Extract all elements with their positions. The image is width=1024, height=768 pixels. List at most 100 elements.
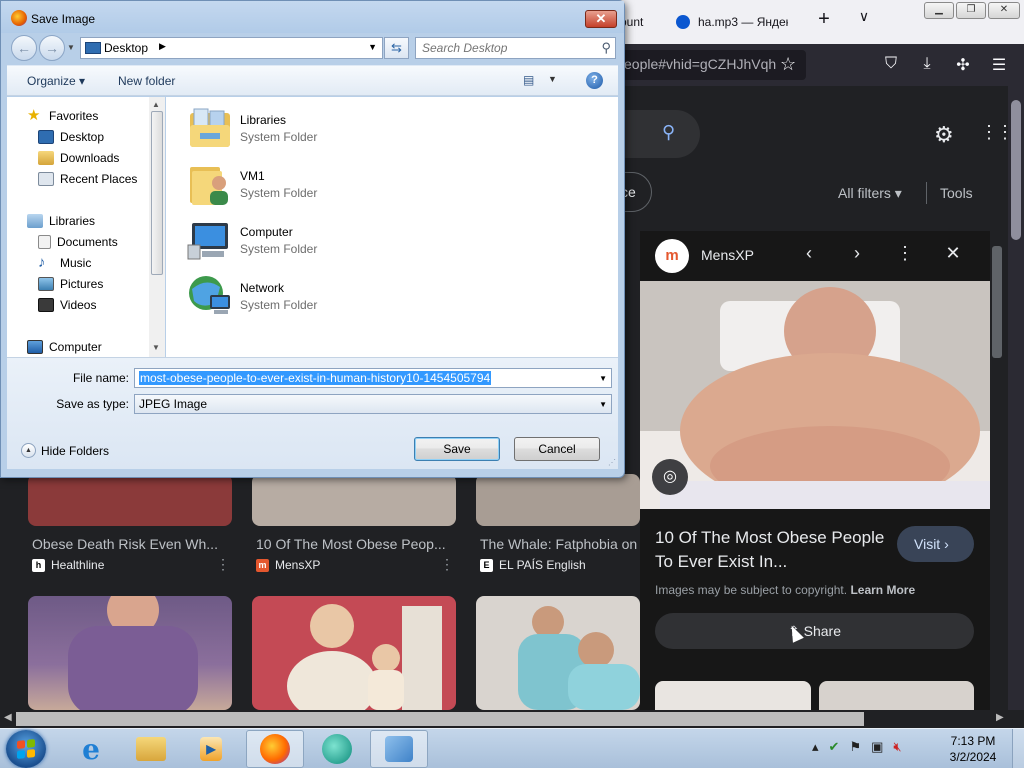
downloads-icon[interactable]: ⤓ <box>916 55 938 73</box>
file-name-field[interactable]: most-obese-people-to-ever-exist-in-human… <box>134 368 612 388</box>
result-thumbnail[interactable] <box>476 474 640 526</box>
taskbar-explorer[interactable] <box>122 730 180 768</box>
scroll-down-icon[interactable]: ▼ <box>152 343 160 352</box>
breadcrumb[interactable]: Desktop ▶ ▼ <box>80 37 383 59</box>
chevron-down-icon[interactable]: ▼ <box>368 42 377 52</box>
mensxp-logo-icon[interactable]: m <box>655 239 689 273</box>
file-name-value[interactable]: most-obese-people-to-ever-exist-in-human… <box>139 371 492 385</box>
list-all-tabs-button[interactable]: ∨ <box>852 8 876 36</box>
recent-locations-dropdown-icon[interactable]: ▼ <box>67 43 75 52</box>
nav-libraries[interactable]: Libraries <box>27 211 95 231</box>
result-thumbnail[interactable] <box>252 596 456 710</box>
result-thumbnail[interactable] <box>28 596 232 710</box>
save-type-select[interactable]: JPEG Image ▼ <box>134 394 612 414</box>
action-center-flag-icon[interactable]: ⚑ <box>849 739 861 755</box>
save-button[interactable]: Save <box>414 437 500 461</box>
maximize-button[interactable]: ❐ <box>956 2 986 19</box>
list-item[interactable]: Libraries System Folder <box>186 103 486 153</box>
result-thumbnail[interactable] <box>476 596 640 710</box>
result-source[interactable]: h Healthline <box>32 558 104 572</box>
preview-scrollbar[interactable] <box>990 236 1004 710</box>
related-thumbnail[interactable] <box>819 681 974 710</box>
nav-music[interactable]: ♪ Music <box>38 253 91 273</box>
more-options-icon[interactable]: ⋮ <box>893 243 917 264</box>
dialog-titlebar[interactable]: Save Image ✕ <box>1 1 624 33</box>
scrollbar-thumb[interactable] <box>1011 100 1021 240</box>
change-view-icon[interactable]: ▤ <box>523 73 534 87</box>
taskbar-remote-app[interactable] <box>308 730 366 768</box>
taskbar-firefox[interactable] <box>246 730 304 768</box>
browser-tab-yandex[interactable]: ha.mp3 — Яндекс <box>676 4 802 40</box>
minimize-button[interactable]: ▁ <box>924 2 954 19</box>
related-thumbnail[interactable] <box>655 681 811 710</box>
horizontal-scrollbar[interactable]: ◀ ▶ <box>0 710 1024 728</box>
show-hidden-icons-icon[interactable]: ▴ <box>812 739 819 755</box>
chevron-down-icon[interactable]: ▼ <box>599 400 607 409</box>
nav-downloads[interactable]: Downloads <box>38 148 119 168</box>
result-thumbnail[interactable] <box>252 474 456 526</box>
pocket-icon[interactable]: ⛉ <box>880 55 902 73</box>
scrollbar-thumb[interactable] <box>16 712 864 726</box>
scroll-up-icon[interactable]: ▲ <box>152 100 160 109</box>
list-item[interactable]: VM1 System Folder <box>186 159 486 209</box>
search-icon[interactable]: ⚲ <box>662 122 675 143</box>
search-box[interactable]: ⚲ <box>415 37 616 59</box>
result-title[interactable]: 10 Of The Most Obese Peop... <box>256 536 456 552</box>
scrollbar-thumb[interactable] <box>151 111 163 275</box>
cancel-button[interactable]: Cancel <box>514 437 600 461</box>
breadcrumb-desktop[interactable]: Desktop <box>104 41 148 55</box>
network-status-icon[interactable]: ✔ <box>829 739 840 755</box>
forward-arrow-icon[interactable]: → <box>39 35 65 61</box>
nav-computer[interactable]: Computer <box>27 337 102 357</box>
clock[interactable]: 7:13 PM 3/2/2024 <box>938 733 1008 765</box>
show-desktop-button[interactable] <box>1012 729 1024 768</box>
preview-image[interactable] <box>640 281 990 509</box>
refresh-icon[interactable]: ⇆ <box>384 37 409 59</box>
apps-grid-icon[interactable]: ⋮⋮⋮ <box>980 122 1008 143</box>
search-input[interactable] <box>422 39 592 57</box>
search-icon[interactable]: ⚲ <box>601 40 611 56</box>
volume-muted-icon[interactable]: 🔇︎ <box>893 739 901 755</box>
navigation-pane-scrollbar[interactable]: ▲ ▼ <box>149 97 165 357</box>
address-bar[interactable]: eople#vhid=gCZHJhVqh <box>610 50 806 80</box>
google-lens-icon[interactable]: ◎ <box>652 459 688 495</box>
resize-grip-icon[interactable]: ⋰ <box>608 458 616 467</box>
result-thumbnail[interactable] <box>28 474 232 526</box>
browser-tab-account[interactable]: ount <box>620 4 670 40</box>
close-window-button[interactable]: ✕ <box>988 2 1020 19</box>
list-item[interactable]: Computer System Folder <box>186 215 486 265</box>
nav-pictures[interactable]: Pictures <box>38 274 103 294</box>
taskbar-control-panel[interactable] <box>370 730 428 768</box>
nav-favorites[interactable]: ★ Favorites <box>27 106 98 126</box>
share-button[interactable]: ⇪ Share <box>655 613 974 649</box>
preview-title[interactable]: 10 Of The Most Obese People To Ever Exis… <box>655 526 885 574</box>
nav-documents[interactable]: Documents <box>38 232 118 252</box>
more-options-icon[interactable]: ⋮ <box>216 556 230 573</box>
page-scrollbar[interactable] <box>1008 86 1024 710</box>
nav-videos[interactable]: Videos <box>38 295 96 315</box>
help-icon[interactable]: ? <box>586 72 603 89</box>
new-folder-button[interactable]: New folder <box>118 74 175 88</box>
scroll-left-icon[interactable]: ◀ <box>4 712 12 723</box>
taskbar-media-player[interactable]: ▶ <box>182 730 240 768</box>
close-button[interactable]: ✕ <box>585 10 617 28</box>
chevron-down-icon[interactable]: ▼ <box>599 374 607 383</box>
network-icon[interactable]: ▣ <box>871 739 883 755</box>
list-item[interactable]: Network System Folder <box>186 271 486 321</box>
taskbar-internet-explorer[interactable]: e <box>62 730 120 768</box>
hide-folders-button[interactable]: ▲ Hide Folders <box>21 443 109 458</box>
learn-more-link[interactable]: Learn More <box>850 583 915 597</box>
bookmark-star-icon[interactable]: ☆ <box>780 54 796 75</box>
preview-site-name[interactable]: MensXP <box>701 247 754 263</box>
menu-hamburger-icon[interactable]: ☰ <box>988 55 1010 75</box>
chevron-down-icon[interactable]: ▼ <box>548 74 557 84</box>
organize-button[interactable]: Organize ▾ <box>27 74 85 88</box>
gear-icon[interactable]: ⚙ <box>934 122 954 148</box>
close-icon[interactable]: ✕ <box>941 243 965 264</box>
scrollbar-thumb[interactable] <box>992 246 1002 358</box>
tools-button[interactable]: Tools <box>940 185 973 201</box>
result-title[interactable]: The Whale: Fatphobia on <box>480 536 640 552</box>
result-title[interactable]: Obese Death Risk Even Wh... <box>32 536 232 552</box>
result-source[interactable]: E EL PAÍS English <box>480 558 586 572</box>
start-button[interactable] <box>6 730 46 768</box>
